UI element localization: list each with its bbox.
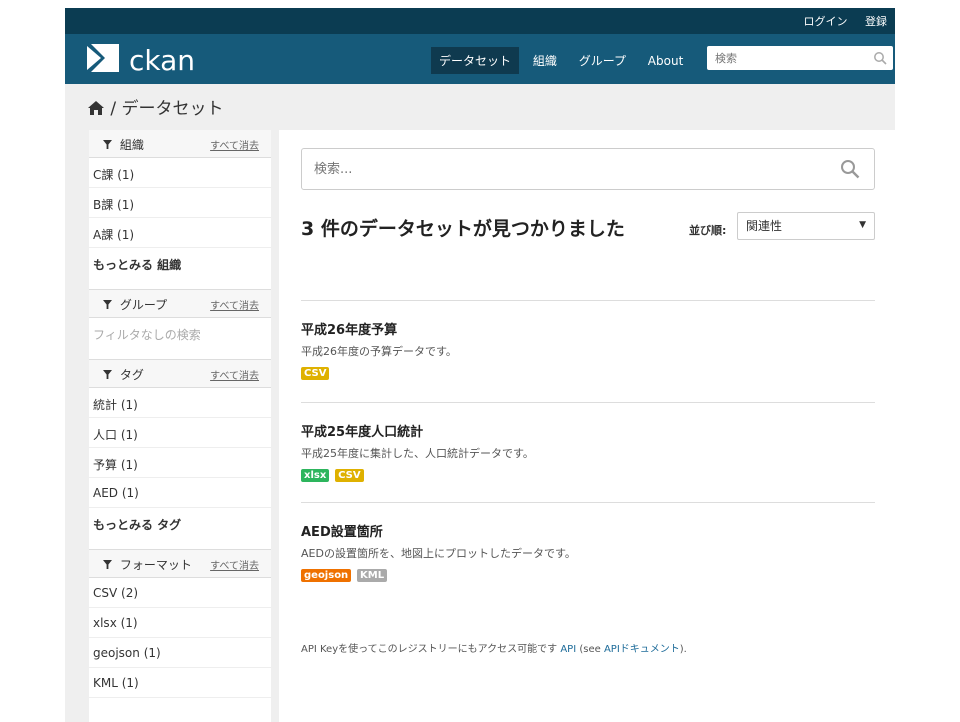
dataset-title[interactable]: AED設置箇所 <box>301 521 383 540</box>
nav-organizations[interactable]: 組織 <box>525 47 565 74</box>
facet-header-formats: フォーマット すべて消去 <box>89 550 271 578</box>
masthead: ckan データセット 組織 グループ About <box>65 34 895 84</box>
format-badge[interactable]: xlsx <box>301 469 330 482</box>
account-links: ログイン 登録 <box>790 13 888 29</box>
result-count-heading: 3 件のデータセットが見つかりました <box>301 218 625 240</box>
facet-title: グループ <box>119 298 168 312</box>
page-content: / データセット 組織 すべて消去 C課 (1) B課 (1) A課 (1) も… <box>65 84 895 722</box>
dataset-item: 平成26年度予算 平成26年度の予算データです。 CSV <box>301 300 875 402</box>
format-badges: geojson KML <box>301 567 389 582</box>
nav-about[interactable]: About <box>640 49 691 73</box>
facet-divider <box>89 348 271 360</box>
caret-down-icon: ▼ <box>859 220 866 230</box>
breadcrumb-separator: / <box>110 99 117 119</box>
facet-sidebar: 組織 すべて消去 C課 (1) B課 (1) A課 (1) もっとみる 組織 グ… <box>89 130 271 722</box>
api-docs-link[interactable]: APIドキュメント <box>604 644 680 655</box>
ckan-logo-icon <box>87 44 119 72</box>
account-bar: ログイン 登録 <box>65 8 895 34</box>
clear-all-link[interactable]: すべて消去 <box>210 557 259 572</box>
search-icon[interactable] <box>840 159 860 179</box>
dataset-title[interactable]: 平成25年度人口統計 <box>301 421 423 440</box>
site-logo[interactable]: ckan <box>85 42 205 77</box>
facet-item[interactable]: B課 (1) <box>89 188 271 218</box>
api-link[interactable]: API <box>560 644 576 655</box>
facet-item[interactable]: A課 (1) <box>89 218 271 248</box>
sort-selected-value: 関連性 <box>746 219 783 233</box>
dataset-notes: 平成26年度の予算データです。 <box>301 345 457 358</box>
main-nav: データセット 組織 グループ About <box>431 47 693 74</box>
login-link[interactable]: ログイン <box>804 15 848 28</box>
facet-title: 組織 <box>119 138 144 152</box>
format-badge[interactable]: KML <box>357 569 388 582</box>
facet-item[interactable]: C課 (1) <box>89 158 271 188</box>
facet-show-more[interactable]: もっとみる タグ <box>89 508 271 538</box>
facet-item[interactable]: 予算 (1) <box>89 448 271 478</box>
breadcrumb: / データセット <box>87 94 224 119</box>
format-badges: CSV <box>301 365 331 380</box>
site-search-input[interactable] <box>707 46 867 70</box>
dataset-search <box>301 148 875 190</box>
format-badge[interactable]: CSV <box>335 469 364 482</box>
sort-label: 並び順: <box>689 224 727 237</box>
facet-item[interactable]: KML (1) <box>89 668 271 698</box>
facet-item[interactable]: 統計 (1) <box>89 388 271 418</box>
facet-title: フォーマット <box>119 558 192 572</box>
home-icon[interactable] <box>87 100 105 116</box>
register-link[interactable]: 登録 <box>865 15 887 28</box>
dataset-search-input[interactable] <box>302 149 822 189</box>
filter-icon <box>103 370 112 379</box>
dataset-item: 平成25年度人口統計 平成25年度に集計した、人口統計データです。 xlsx C… <box>301 402 875 502</box>
clear-all-link[interactable]: すべて消去 <box>210 137 259 152</box>
format-badges: xlsx CSV <box>301 467 366 482</box>
facet-title: タグ <box>119 368 144 382</box>
dataset-search-panel: 3 件のデータセットが見つかりました 並び順: 関連性 ▼ 平成26年度予算 平… <box>279 130 895 722</box>
format-badge[interactable]: geojson <box>301 569 352 582</box>
api-note-middle: (see <box>579 644 601 655</box>
api-note-prefix: API Keyを使ってこのレジストリーにもアクセス可能です <box>301 644 558 655</box>
facet-header-tags: タグ すべて消去 <box>89 360 271 388</box>
facet-item[interactable]: geojson (1) <box>89 638 271 668</box>
clear-all-link[interactable]: すべて消去 <box>210 367 259 382</box>
logo-text: ckan <box>129 44 196 77</box>
format-badge[interactable]: CSV <box>301 367 330 380</box>
dataset-notes: 平成25年度に集計した、人口統計データです。 <box>301 447 534 460</box>
dataset-title[interactable]: 平成26年度予算 <box>301 319 397 338</box>
search-icon[interactable] <box>873 51 887 65</box>
facet-divider <box>89 278 271 290</box>
facet-item[interactable]: 人口 (1) <box>89 418 271 448</box>
clear-all-link[interactable]: すべて消去 <box>210 297 259 312</box>
filter-icon <box>103 560 112 569</box>
filter-icon <box>103 300 112 309</box>
api-note: API Keyを使ってこのレジストリーにもアクセス可能です API (see A… <box>301 640 687 655</box>
filter-icon <box>103 140 112 149</box>
dataset-notes: AEDの設置箇所を、地図上にプロットしたデータです。 <box>301 547 576 560</box>
breadcrumb-current[interactable]: データセット <box>122 99 224 119</box>
facet-show-more[interactable]: もっとみる 組織 <box>89 248 271 278</box>
sort-select[interactable]: 関連性 ▼ <box>737 212 875 240</box>
nav-groups[interactable]: グループ <box>571 47 634 74</box>
dataset-item: AED設置箇所 AEDの設置箇所を、地図上にプロットしたデータです。 geojs… <box>301 502 875 612</box>
facet-header-organizations: 組織 すべて消去 <box>89 130 271 158</box>
facet-item[interactable]: xlsx (1) <box>89 608 271 638</box>
facet-divider <box>89 538 271 550</box>
facet-item[interactable]: AED (1) <box>89 478 271 508</box>
site-search <box>707 46 893 70</box>
facet-item[interactable]: CSV (2) <box>89 578 271 608</box>
facet-header-groups: グループ すべて消去 <box>89 290 271 318</box>
api-note-suffix: ). <box>679 644 687 655</box>
nav-datasets[interactable]: データセット <box>431 47 520 74</box>
facet-empty-message: フィルタなしの検索 <box>93 328 201 342</box>
